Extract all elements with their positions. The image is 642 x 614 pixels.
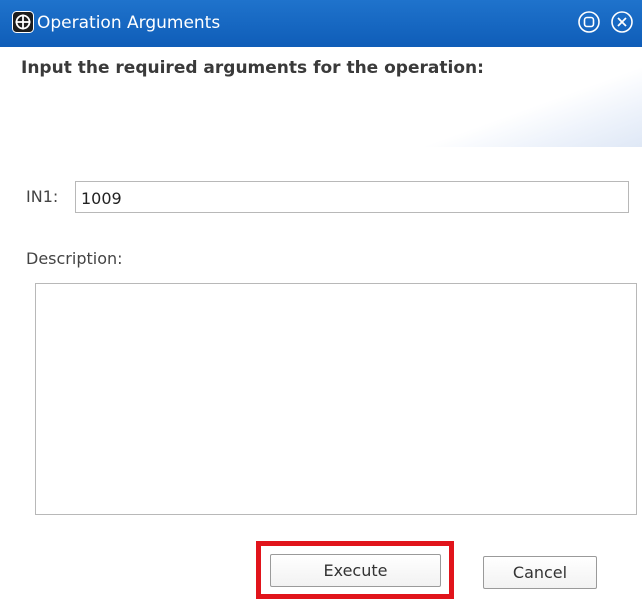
restore-icon[interactable] [577,10,601,34]
description-label: Description: [26,249,123,268]
highlight-box [256,541,454,599]
in1-label: IN1: [26,187,59,206]
operation-icon [12,11,34,33]
operation-arguments-dialog: Operation Arguments Input the required a… [0,0,642,614]
description-textarea[interactable] [35,283,637,515]
close-icon[interactable] [610,10,634,34]
title-bar[interactable]: Operation Arguments [0,0,642,47]
instructions-heading: Input the required arguments for the ope… [21,58,484,78]
window-title: Operation Arguments [37,13,221,33]
in1-input[interactable] [75,181,629,213]
cancel-button[interactable]: Cancel [483,556,597,589]
